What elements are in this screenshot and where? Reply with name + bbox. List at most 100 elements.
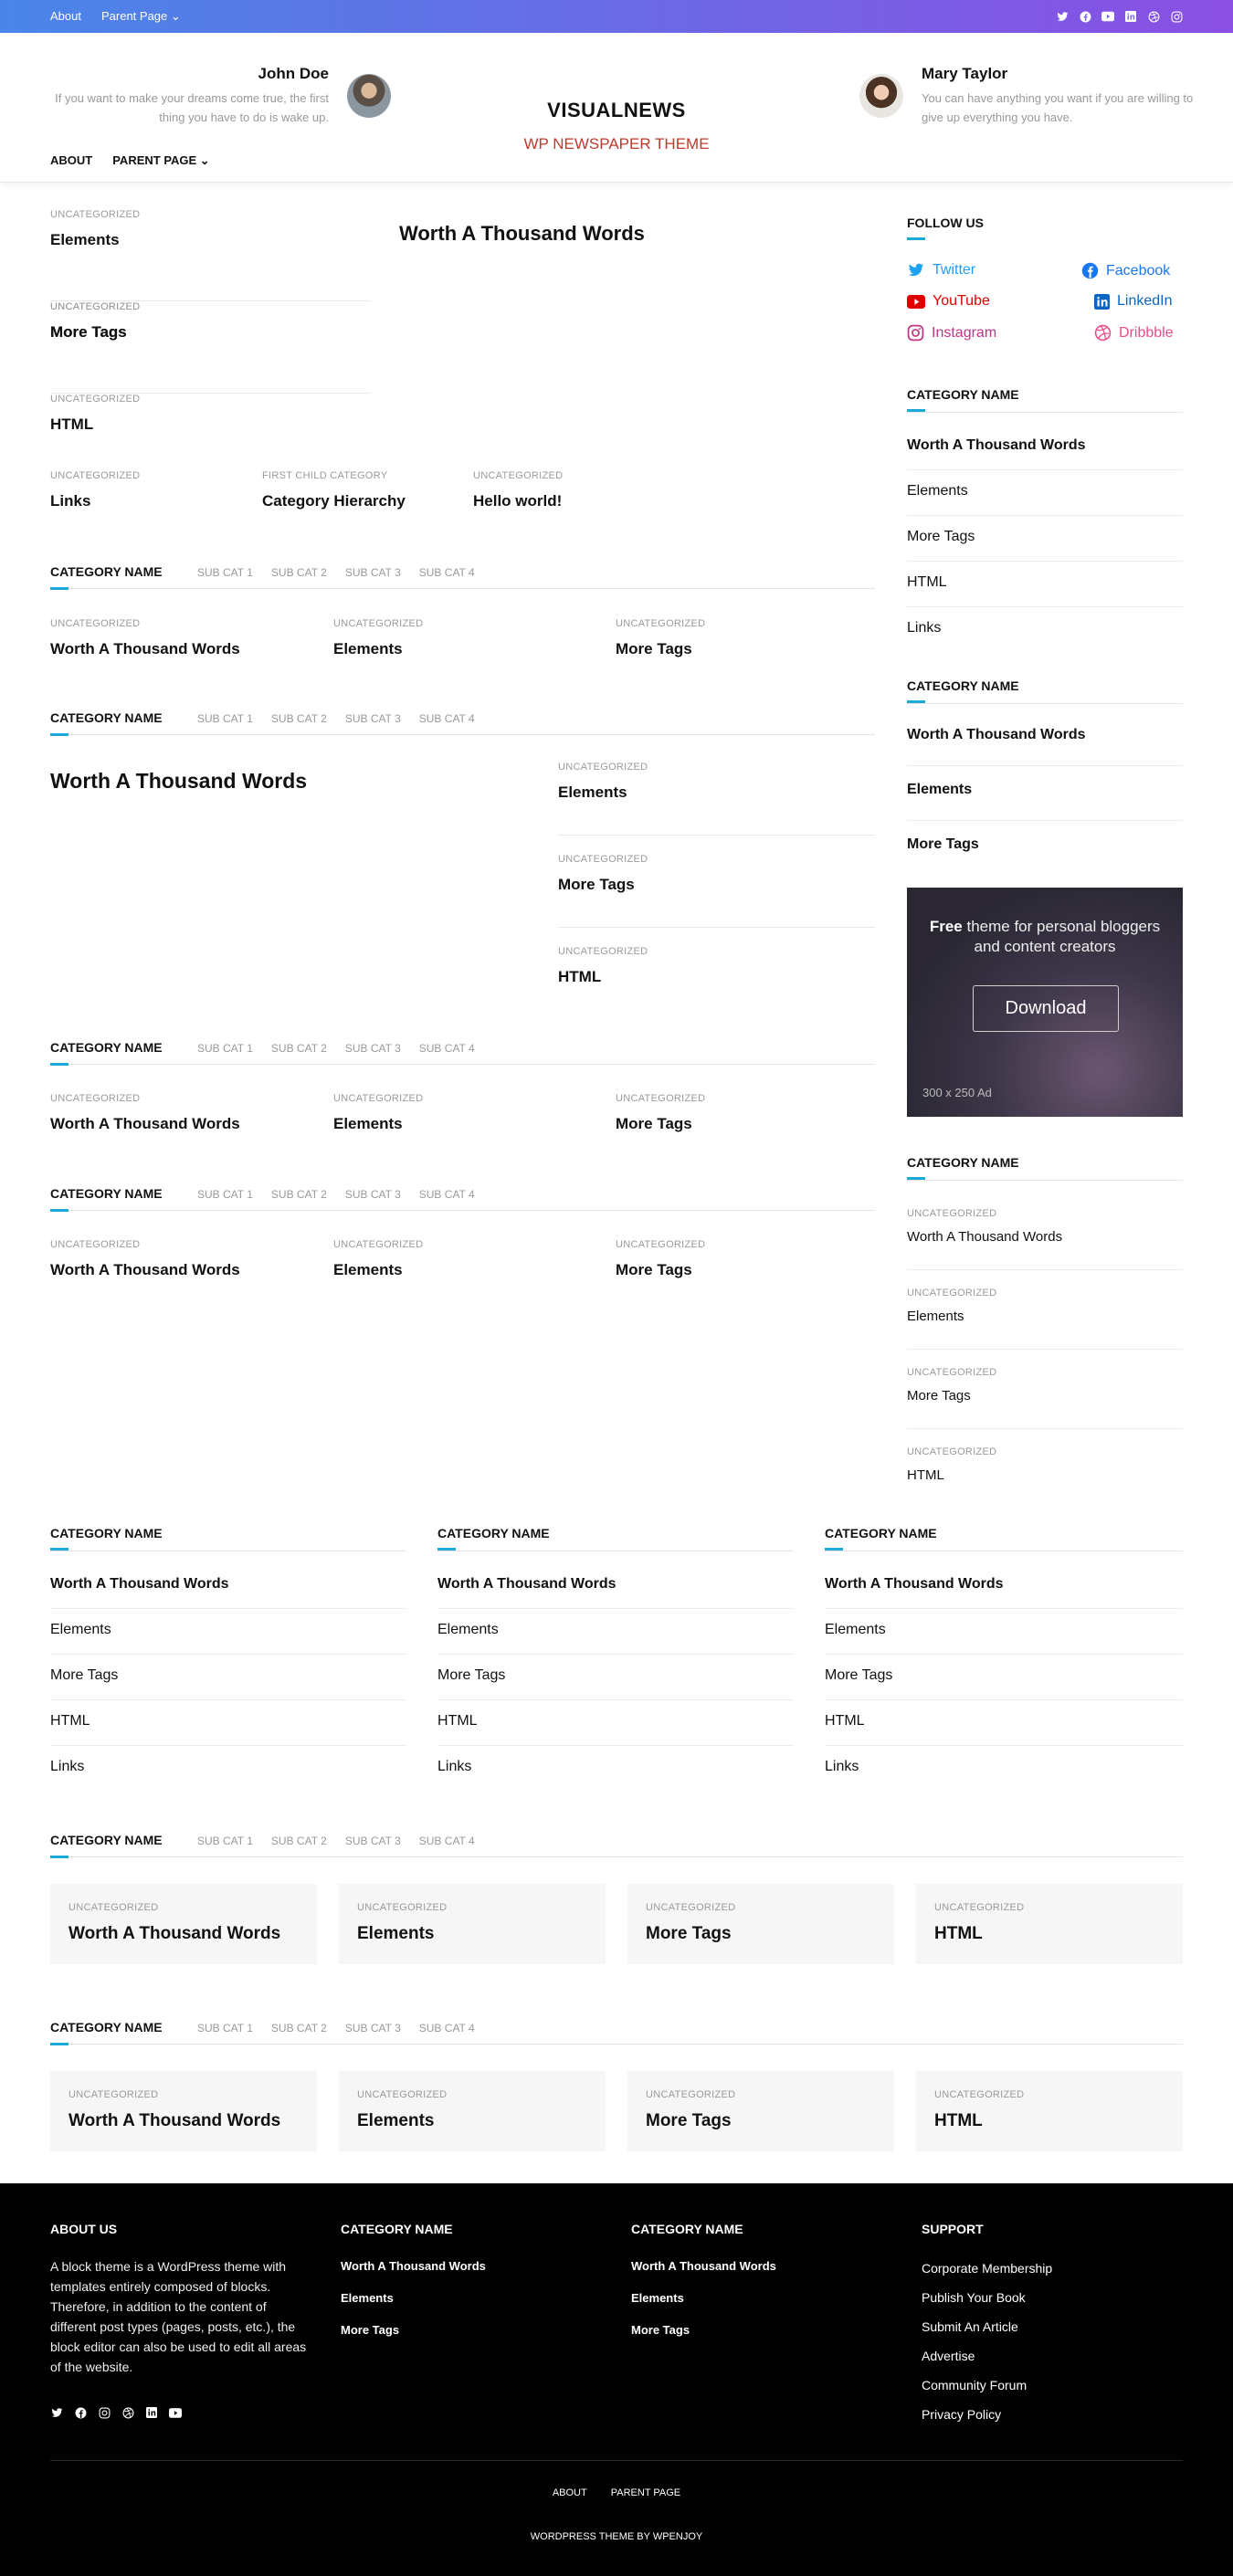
- sub-cat-tab[interactable]: SUB CAT 3: [345, 2022, 401, 2035]
- list-item[interactable]: Links: [437, 1746, 794, 1792]
- list-item[interactable]: UNCATEGORIZED More Tags: [616, 618, 705, 658]
- post-title[interactable]: Worth A Thousand Words: [68, 1924, 299, 1944]
- list-item[interactable]: UNCATEGORIZED Links: [50, 470, 140, 510]
- twitter-icon[interactable]: [50, 2406, 63, 2419]
- post-title[interactable]: HTML: [907, 1467, 1183, 1483]
- footer-link[interactable]: More Tags: [341, 2323, 399, 2337]
- list-item[interactable]: More Tags: [50, 1655, 406, 1700]
- sub-cat-tab[interactable]: SUB CAT 1: [197, 712, 253, 725]
- sub-cat-tab[interactable]: SUB CAT 4: [419, 1188, 475, 1201]
- footer-link[interactable]: Community Forum: [922, 2378, 1027, 2392]
- post-category[interactable]: UNCATEGORIZED: [934, 2089, 1164, 2100]
- sub-cat-tab[interactable]: SUB CAT 2: [271, 566, 327, 579]
- social-link-facebook[interactable]: Facebook: [1081, 262, 1170, 279]
- list-item[interactable]: UNCATEGORIZED More Tags: [907, 1367, 1183, 1429]
- post-category[interactable]: UNCATEGORIZED: [50, 1239, 240, 1250]
- sub-cat-tab[interactable]: SUB CAT 2: [271, 1042, 327, 1055]
- list-item[interactable]: UNCATEGORIZED More Tags: [50, 301, 140, 342]
- post-category[interactable]: UNCATEGORIZED: [357, 2089, 587, 2100]
- post-title-large[interactable]: Worth A Thousand Words: [50, 769, 307, 794]
- post-title[interactable]: Worth A Thousand Words: [68, 2111, 299, 2131]
- post-card[interactable]: UNCATEGORIZED Worth A Thousand Words: [50, 2071, 317, 2151]
- social-link-youtube[interactable]: YouTube: [907, 293, 990, 310]
- list-item[interactable]: UNCATEGORIZED Worth A Thousand Words: [50, 1093, 240, 1133]
- post-card[interactable]: UNCATEGORIZED HTML: [916, 2071, 1183, 2151]
- list-item[interactable]: Elements: [907, 766, 1183, 821]
- dribbble-icon[interactable]: [1147, 10, 1160, 23]
- list-item[interactable]: More Tags: [907, 821, 1183, 876]
- list-item[interactable]: UNCATEGORIZED More Tags: [616, 1093, 705, 1133]
- social-link-twitter[interactable]: Twitter: [907, 262, 975, 279]
- list-item[interactable]: UNCATEGORIZED Worth A Thousand Words: [907, 1208, 1183, 1270]
- post-title[interactable]: More Tags: [646, 2111, 876, 2131]
- post-card[interactable]: UNCATEGORIZED Worth A Thousand Words: [50, 1884, 317, 1964]
- sub-cat-tab[interactable]: SUB CAT 1: [197, 566, 253, 579]
- post-title[interactable]: Category Hierarchy: [262, 492, 406, 510]
- post-title[interactable]: HTML: [934, 2111, 1164, 2131]
- post-title[interactable]: Elements: [333, 1115, 423, 1133]
- list-item[interactable]: Links: [825, 1746, 1183, 1792]
- social-link-instagram[interactable]: Instagram: [907, 324, 996, 342]
- section-title[interactable]: CATEGORY NAME: [50, 1186, 163, 1212]
- post-title[interactable]: Elements: [907, 1309, 1183, 1324]
- post-title[interactable]: Hello world!: [473, 492, 563, 510]
- social-link-dribbble[interactable]: Dribbble: [1094, 324, 1174, 342]
- post-category[interactable]: UNCATEGORIZED: [558, 762, 875, 773]
- youtube-icon[interactable]: [169, 2406, 182, 2419]
- post-category[interactable]: UNCATEGORIZED: [50, 394, 140, 405]
- facebook-icon[interactable]: [1079, 10, 1091, 23]
- ad-banner[interactable]: Free theme for personal bloggers and cont…: [907, 888, 1183, 1117]
- social-link-linkedin[interactable]: LinkedIn: [1094, 293, 1173, 310]
- post-category[interactable]: UNCATEGORIZED: [616, 1239, 705, 1250]
- linkedin-icon[interactable]: [1124, 10, 1137, 23]
- post-category[interactable]: UNCATEGORIZED: [907, 1446, 1183, 1457]
- section-title[interactable]: CATEGORY NAME: [50, 1833, 163, 1858]
- list-item[interactable]: More Tags: [825, 1655, 1183, 1700]
- list-item[interactable]: Links: [907, 607, 1183, 653]
- footer-link[interactable]: Publish Your Book: [922, 2290, 1026, 2305]
- list-item[interactable]: Links: [50, 1746, 406, 1792]
- sub-cat-tab[interactable]: SUB CAT 4: [419, 566, 475, 579]
- post-card[interactable]: UNCATEGORIZED HTML: [916, 1884, 1183, 1964]
- post-title[interactable]: More Tags: [50, 323, 140, 342]
- post-category[interactable]: FIRST CHILD CATEGORY: [262, 470, 406, 481]
- footer-link[interactable]: Worth A Thousand Words: [631, 2259, 776, 2273]
- sub-cat-tab[interactable]: SUB CAT 4: [419, 1835, 475, 1847]
- sub-cat-tab[interactable]: SUB CAT 3: [345, 1835, 401, 1847]
- footer-nav-about[interactable]: ABOUT: [553, 2487, 587, 2498]
- footer-link[interactable]: More Tags: [631, 2323, 690, 2337]
- list-item[interactable]: UNCATEGORIZED Elements: [333, 618, 423, 658]
- list-item[interactable]: Worth A Thousand Words: [50, 1563, 406, 1609]
- post-title[interactable]: More Tags: [616, 1261, 705, 1279]
- youtube-icon[interactable]: [1101, 10, 1114, 23]
- sub-cat-tab[interactable]: SUB CAT 4: [419, 1042, 475, 1055]
- post-category[interactable]: UNCATEGORIZED: [646, 1902, 876, 1913]
- post-title[interactable]: More Tags: [616, 640, 705, 658]
- nav-item-about[interactable]: ABOUT: [50, 153, 92, 168]
- footer-link[interactable]: Advertise: [922, 2349, 975, 2363]
- post-card[interactable]: UNCATEGORIZED Elements: [339, 2071, 606, 2151]
- sub-cat-tab[interactable]: SUB CAT 1: [197, 1835, 253, 1847]
- section-title[interactable]: CATEGORY NAME: [50, 564, 163, 590]
- list-item[interactable]: Worth A Thousand Words: [437, 1563, 794, 1609]
- section-title[interactable]: CATEGORY NAME: [50, 1040, 163, 1066]
- sub-cat-tab[interactable]: SUB CAT 1: [197, 1188, 253, 1201]
- list-item[interactable]: UNCATEGORIZED More Tags: [558, 854, 875, 928]
- list-item[interactable]: UNCATEGORIZED Elements: [50, 209, 370, 301]
- post-category[interactable]: UNCATEGORIZED: [68, 1902, 299, 1913]
- list-item[interactable]: UNCATEGORIZED Hello world!: [473, 470, 563, 510]
- post-title[interactable]: More Tags: [616, 1115, 705, 1133]
- post-category[interactable]: UNCATEGORIZED: [50, 209, 370, 220]
- list-item[interactable]: More Tags: [437, 1655, 794, 1700]
- post-category[interactable]: UNCATEGORIZED: [333, 1239, 423, 1250]
- list-item[interactable]: Worth A Thousand Words: [907, 711, 1183, 766]
- linkedin-icon[interactable]: [145, 2406, 158, 2419]
- post-title[interactable]: Elements: [50, 231, 370, 249]
- post-title[interactable]: More Tags: [558, 876, 875, 894]
- post-category[interactable]: UNCATEGORIZED: [907, 1288, 1183, 1299]
- post-category[interactable]: UNCATEGORIZED: [357, 1902, 587, 1913]
- post-category[interactable]: UNCATEGORIZED: [646, 2089, 876, 2100]
- list-item[interactable]: HTML: [825, 1700, 1183, 1746]
- post-category[interactable]: UNCATEGORIZED: [934, 1902, 1164, 1913]
- post-title[interactable]: Worth A Thousand Words: [907, 1229, 1183, 1245]
